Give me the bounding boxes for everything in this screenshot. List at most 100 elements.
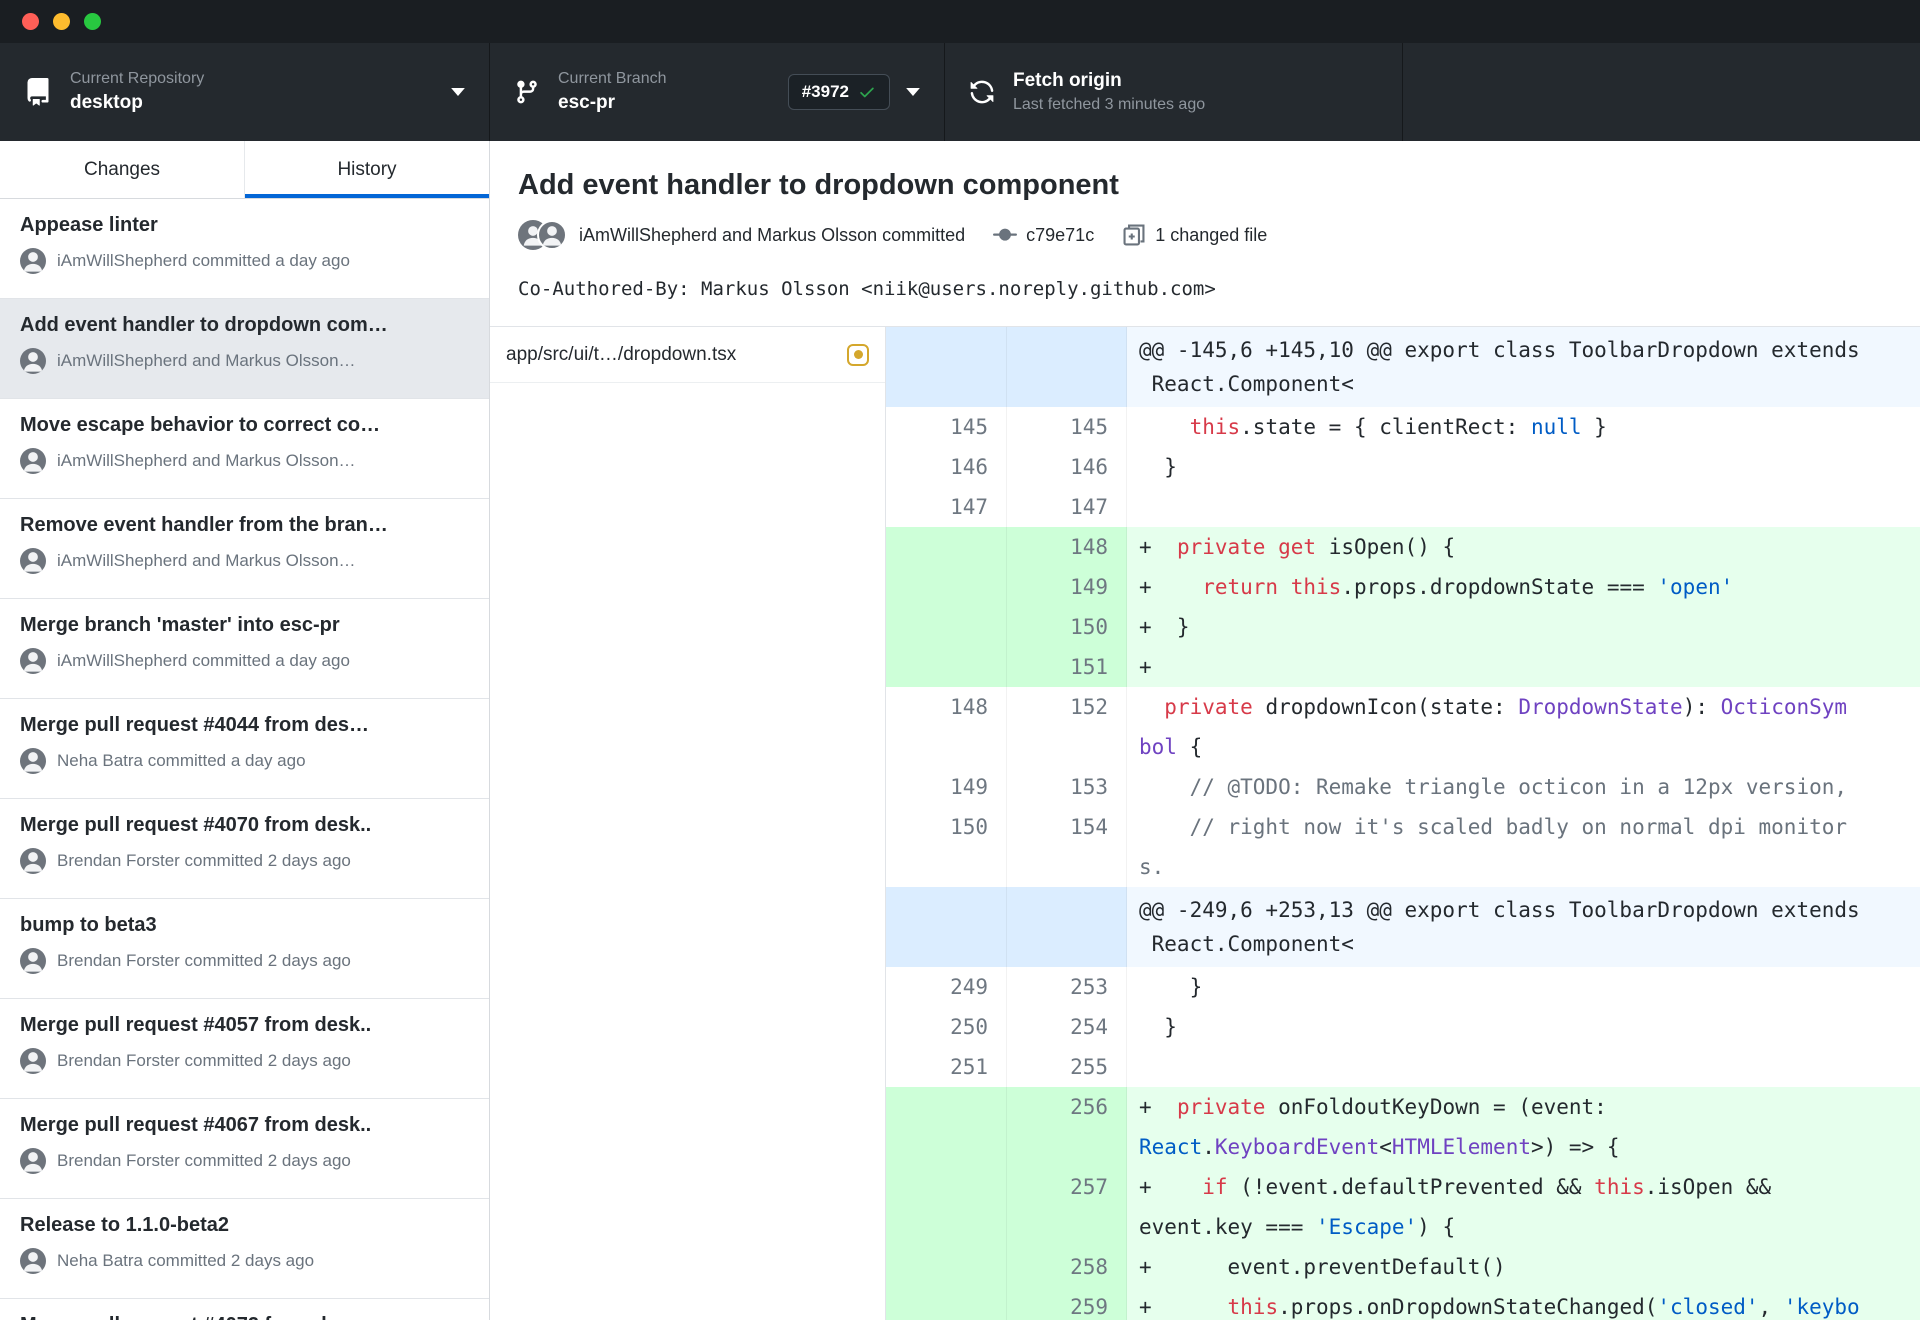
- changed-files-count: 1 changed file: [1155, 224, 1268, 245]
- diff-code-text: + return this.props.dropdownState === 'o…: [1127, 567, 1920, 607]
- commit-item-title: Move escape behavior to correct co…: [20, 414, 381, 436]
- commit-item-meta-text: Brendan Forster committed 2 days ago: [57, 1151, 351, 1170]
- content-area: Changes History Appease linter iAmWillShe…: [0, 141, 1920, 1320]
- tab-changes[interactable]: Changes: [0, 141, 244, 198]
- commit-item-meta-text: Neha Batra committed a day ago: [57, 751, 306, 770]
- commit-item-meta-text: iAmWillShepherd committed a day ago: [57, 251, 350, 270]
- zoom-window-button[interactable]: [84, 13, 101, 30]
- current-branch-value: esc-pr: [558, 92, 616, 113]
- github-desktop-window: Current Repository desktop Current Branc…: [0, 0, 1920, 1320]
- diff-code-text: this.state = { clientRect: null }: [1189, 415, 1607, 439]
- sync-icon: [969, 79, 995, 105]
- diff-view[interactable]: @@ -145,6 +145,10 @@ export class Toolba…: [886, 327, 1920, 1320]
- old-line-number: 145: [886, 407, 1007, 447]
- diff-context-line: 150 154 // right now it's scaled badly on…: [886, 807, 1920, 887]
- avatar: [20, 448, 46, 474]
- diff-code-text: }: [1139, 1015, 1177, 1039]
- diff-code-text: // right now it's scaled badly on normal…: [1139, 815, 1848, 879]
- commit-item-meta: Brendan Forster committed 2 days ago: [20, 948, 469, 974]
- avatar: [20, 348, 46, 374]
- minimize-window-button[interactable]: [53, 13, 70, 30]
- avatar: [20, 948, 46, 974]
- commit-item-meta: iAmWillShepherd committed a day ago: [20, 248, 469, 274]
- current-repository-value: desktop: [70, 92, 143, 113]
- commit-list-item[interactable]: Add event handler to dropdown com… iAmWil…: [0, 299, 489, 399]
- commit-list-item[interactable]: Release to 1.1.0-beta2 Neha Batra committ…: [0, 1199, 489, 1299]
- commit-list-item[interactable]: Merge pull request #4057 from desk.. Bren…: [0, 999, 489, 1099]
- commit-item-title: bump to beta3: [20, 914, 157, 936]
- commit-item-title: Appease linter: [20, 214, 158, 236]
- commit-description: Co-Authored-By: Markus Olsson <niik@user…: [518, 278, 1216, 300]
- diff-split: app/src/ui/t…/dropdown.tsx @@ -145,6 +14…: [490, 326, 1920, 1320]
- diff-code-text: // @TODO: Remake triangle octicon in a 1…: [1139, 775, 1848, 799]
- diff-added-line: 148 + private get isOpen() {: [886, 527, 1920, 567]
- pr-status-badge[interactable]: #3972: [787, 74, 890, 110]
- file-row[interactable]: app/src/ui/t…/dropdown.tsx: [490, 327, 885, 383]
- diff-context-line: 149 153 // @TODO: Remake triangle octicon…: [886, 767, 1920, 807]
- diff-code-text: +: [1127, 647, 1920, 687]
- diff-code-text: [1127, 487, 1920, 527]
- commit-list-item[interactable]: Merge branch 'master' into esc-pr iAmWill…: [0, 599, 489, 699]
- branch-dropdown[interactable]: Current Branch esc-pr #3972: [490, 43, 945, 141]
- file-path: app/src/ui/t…/dropdown.tsx: [506, 343, 737, 365]
- avatar: [20, 748, 46, 774]
- commit-item-title: Remove event handler from the bran…: [20, 514, 388, 536]
- commit-byline: iAmWillShepherd and Markus Olsson commit…: [579, 224, 966, 245]
- pr-number: #3972: [801, 82, 849, 101]
- diff-code-text: + private get isOpen() {: [1127, 527, 1920, 567]
- commit-list: Appease linter iAmWillShepherd committed …: [0, 199, 489, 1320]
- old-line-number: [886, 1087, 1007, 1167]
- commit-item-meta: Brendan Forster committed 2 days ago: [20, 1148, 469, 1174]
- commit-item-meta: Brendan Forster committed 2 days ago: [20, 1048, 469, 1074]
- diff-code-text: + event.preventDefault(): [1127, 1247, 1920, 1287]
- new-line-number: 151: [1007, 647, 1127, 687]
- new-line-number: 145: [1007, 407, 1127, 447]
- diff-code-text: + private onFoldoutKeyDown = (event: Rea…: [1127, 1087, 1920, 1167]
- git-branch-icon: [514, 79, 540, 105]
- old-line-number: 146: [886, 447, 1007, 487]
- toolbar: Current Repository desktop Current Branc…: [0, 43, 1920, 141]
- fetch-origin-button[interactable]: Fetch origin Last fetched 3 minutes ago: [945, 43, 1403, 141]
- new-line-number: 150: [1007, 607, 1127, 647]
- commit-list-item[interactable]: Merge pull request #4070 from desk.. Bren…: [0, 799, 489, 899]
- tab-history[interactable]: History: [244, 141, 489, 198]
- commit-list-item[interactable]: Merge pull request #4067 from desk.. Bren…: [0, 1099, 489, 1199]
- repo-book-icon: [24, 78, 52, 106]
- diff-added-line: 259 + this.props.onDropdownStateChanged('…: [886, 1287, 1920, 1320]
- new-line-number: 149: [1007, 567, 1127, 607]
- diff-code-text: @@ -249,6 +253,13 @@ export class Toolba…: [1127, 887, 1920, 967]
- new-line-number: 148: [1007, 527, 1127, 567]
- new-line-number: 258: [1007, 1247, 1127, 1287]
- commit-item-meta: iAmWillShepherd committed a day ago: [20, 648, 469, 674]
- avatar: [20, 548, 46, 574]
- current-repository-label: Current Repository: [70, 70, 205, 87]
- commit-item-meta: iAmWillShepherd and Markus Olsson…: [20, 448, 469, 474]
- old-line-number: 251: [886, 1047, 1007, 1087]
- commit-list-item[interactable]: Merge pull request #4044 from des… Neha B…: [0, 699, 489, 799]
- commit-item-title: Merge pull request #4067 from desk..: [20, 1114, 372, 1136]
- diff-context-line: 249 253 }: [886, 967, 1920, 1007]
- commit-list-item[interactable]: Merge pull request #4072 from des…Brenda…: [0, 1299, 489, 1320]
- diff-code-text: }: [1139, 455, 1177, 479]
- old-line-number: [886, 1287, 1007, 1320]
- commit-list-item[interactable]: Remove event handler from the bran… iAmWi…: [0, 499, 489, 599]
- avatar: [537, 220, 567, 250]
- titlebar: [0, 0, 1920, 43]
- repository-dropdown[interactable]: Current Repository desktop: [0, 43, 490, 141]
- diff-hunk-header: @@ -145,6 +145,10 @@ export class Toolba…: [886, 327, 1920, 407]
- commit-item-meta-text: Brendan Forster committed 2 days ago: [57, 1051, 351, 1070]
- commit-list-item[interactable]: bump to beta3 Brendan Forster committed 2…: [0, 899, 489, 999]
- diff-added-line: 149 + return this.props.dropdownState ===…: [886, 567, 1920, 607]
- commit-sha: c79e71c: [1026, 224, 1095, 245]
- new-line-number: 152: [1007, 687, 1127, 767]
- git-commit-icon: [993, 223, 1018, 247]
- old-line-number: 149: [886, 767, 1007, 807]
- avatar: [20, 1148, 46, 1174]
- old-line-number: [886, 327, 1007, 407]
- commit-list-item[interactable]: Appease linter iAmWillShepherd committed …: [0, 199, 489, 299]
- commit-list-item[interactable]: Move escape behavior to correct co… iAmWi…: [0, 399, 489, 499]
- commit-item-meta: Neha Batra committed 2 days ago: [20, 1248, 469, 1274]
- close-window-button[interactable]: [22, 13, 39, 30]
- commit-item-meta-text: Brendan Forster committed 2 days ago: [57, 851, 351, 870]
- old-line-number: 249: [886, 967, 1007, 1007]
